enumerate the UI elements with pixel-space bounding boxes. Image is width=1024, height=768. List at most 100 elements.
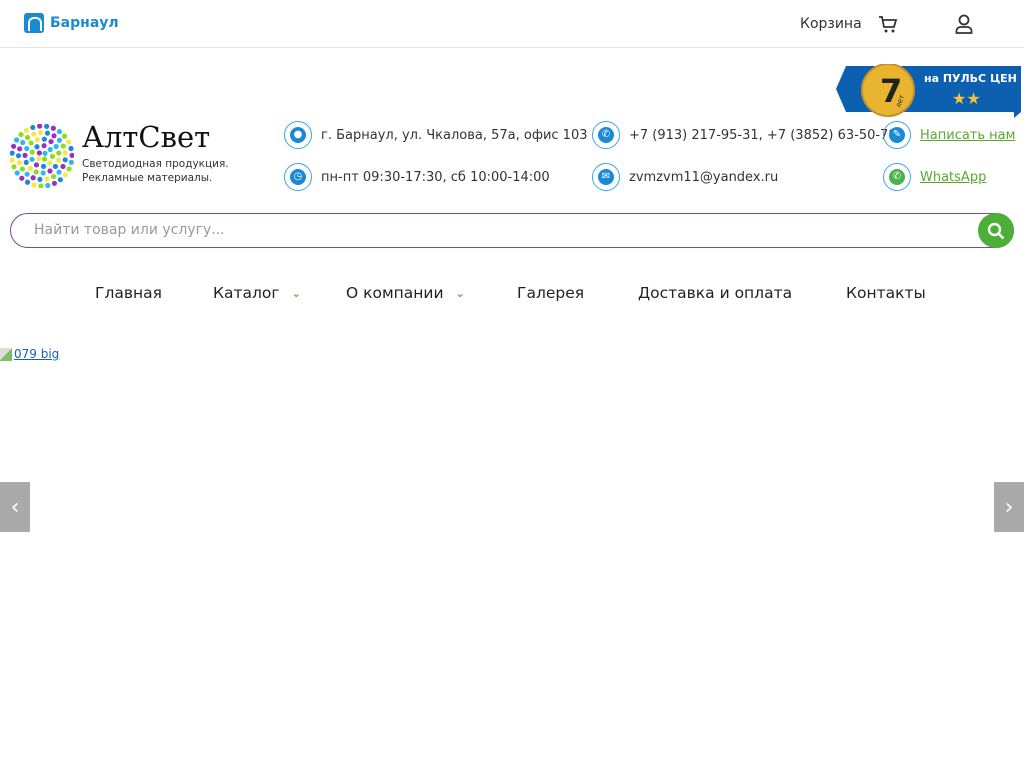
top-bar: Барнаул Корзина [0, 0, 1024, 48]
cart-link[interactable]: Корзина [800, 15, 898, 33]
chevron-down-icon: ⌄ [291, 286, 301, 300]
logo-dot [66, 166, 72, 172]
logo-dot [60, 143, 66, 149]
cart-icon [878, 16, 897, 33]
logo-dot [33, 169, 39, 175]
pulse-cen-badge[interactable]: 7 лет на ПУЛЬС ЦЕН ★★ [836, 64, 1021, 118]
logo-dot [14, 170, 20, 176]
whatsapp-link[interactable]: ✆ WhatsApp [883, 163, 986, 191]
phones[interactable]: ✆ +7 (913) 217-95-31, +7 (3852) 63-50-78 [592, 121, 897, 149]
city-logo-icon [24, 13, 44, 33]
brand-tagline: Светодиодная продукция. Рекламные материа… [82, 158, 229, 184]
brand-name[interactable]: АлтСвет [82, 120, 210, 154]
nav-catalog[interactable]: Каталог ⌄ [213, 284, 301, 302]
logo-dot [19, 166, 26, 172]
phone-icon: ✆ [592, 121, 620, 149]
pencil-icon: ✎ [883, 121, 911, 149]
logo-dot [20, 139, 26, 146]
logo-dot [30, 175, 36, 181]
hours: ◷ пн-пт 09:30-17:30, сб 10:00-14:00 [284, 163, 550, 191]
logo-dot [37, 124, 43, 129]
logo-dot [41, 143, 47, 149]
search-input[interactable] [34, 222, 934, 238]
logo-dot [41, 136, 47, 142]
logo-dot [56, 169, 62, 175]
logo-dot [31, 131, 37, 137]
address: ● г. Барнаул, ул. Чкалова, 57а, офис 103 [284, 121, 588, 149]
search-icon [987, 222, 1005, 239]
logo-dot [34, 144, 40, 150]
logo-dot [51, 133, 57, 139]
badge-stars-icon: ★★ [952, 89, 981, 108]
logo-dot [40, 163, 47, 169]
clock-icon: ◷ [284, 163, 312, 191]
logo-dot [50, 173, 57, 180]
email[interactable]: ✉ zvmzvm11@yandex.ru [592, 163, 778, 191]
logo-dot [51, 180, 58, 186]
location-icon: ● [284, 121, 312, 149]
logo-dot [40, 170, 46, 176]
logo-dot [44, 130, 51, 136]
logo-dot [29, 149, 35, 155]
search-bar [10, 213, 1014, 248]
nav-gallery[interactable]: Галерея [517, 284, 584, 302]
logo-dot [36, 150, 42, 156]
logo-dot [57, 177, 63, 183]
mail-icon: ✉ [592, 163, 620, 191]
search-button[interactable] [978, 213, 1014, 248]
logo-dot [44, 176, 50, 182]
cart-label: Корзина [800, 16, 862, 32]
nav-home[interactable]: Главная [95, 284, 162, 302]
logo-dot [24, 171, 30, 177]
logo-dot [61, 133, 68, 139]
chevron-left-icon: ‹ [10, 494, 20, 520]
logo-dot [62, 150, 68, 156]
altsvet-logo-icon [10, 124, 74, 188]
logo-dot [42, 150, 48, 156]
logo-dot [49, 153, 56, 159]
logo-dot [62, 157, 68, 163]
logo-dot [30, 124, 36, 131]
logo-dot [44, 124, 50, 129]
slider-next-button[interactable]: › [994, 482, 1024, 532]
logo-dot [19, 175, 25, 181]
logo-dot [47, 146, 53, 153]
logo-dot [11, 143, 17, 149]
logo-dot [47, 160, 53, 166]
logo-dot [55, 157, 62, 163]
logo-dot [27, 165, 33, 171]
logo-dot [18, 131, 24, 138]
logo-dot [37, 176, 43, 183]
logo-dot [15, 153, 22, 159]
logo-dot [14, 137, 20, 143]
nav-contacts[interactable]: Контакты [846, 284, 926, 302]
user-icon[interactable] [955, 14, 973, 34]
logo-dot [10, 157, 15, 163]
slider-image[interactable]: 079 big [0, 347, 59, 361]
broken-image-icon [0, 347, 12, 361]
logo-dot [36, 156, 42, 162]
logo-dot [10, 150, 15, 156]
nav-about[interactable]: О компании ⌄ [346, 284, 465, 302]
city-name: Барнаул [50, 15, 119, 31]
city-selector[interactable]: Барнаул [24, 13, 119, 33]
logo-dot [24, 145, 30, 152]
logo-dot [56, 128, 63, 135]
write-us-link[interactable]: ✎ Написать нам [883, 121, 1015, 149]
logo-dot [28, 140, 34, 146]
logo-dot [68, 159, 74, 165]
logo-dot [29, 156, 35, 162]
logo-dot [22, 152, 28, 159]
logo-dot [33, 162, 40, 168]
logo-dot [68, 145, 74, 152]
slider-prev-button[interactable]: ‹ [0, 482, 30, 532]
logo-dot [11, 164, 17, 170]
logo-dot [50, 125, 56, 131]
logo-dot [62, 172, 68, 178]
nav-delivery[interactable]: Доставка и оплата [638, 284, 792, 302]
chevron-right-icon: › [1004, 494, 1014, 520]
logo-dot [52, 163, 58, 170]
logo-dot [23, 127, 30, 133]
logo-dot [45, 182, 51, 188]
logo-dot [69, 152, 74, 159]
